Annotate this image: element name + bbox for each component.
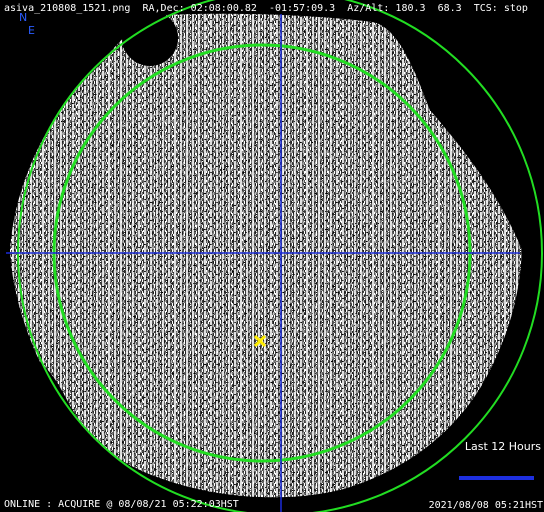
alt-value: 68.3 — [437, 3, 462, 14]
ra-value: 02:08:00.82 — [190, 3, 257, 14]
compass-north-label: N — [19, 11, 28, 24]
history-legend-bar — [459, 476, 534, 480]
history-legend-label: Last 12 Hours — [464, 440, 541, 453]
azalt-label: Az/Alt: — [347, 3, 390, 14]
header-info: asiva_210808_1521.png RA,Dec: 02:08:00.8… — [4, 3, 528, 15]
radec-label: RA,Dec: — [142, 3, 185, 14]
az-value: 180.3 — [395, 3, 426, 14]
compass-east-label: E — [28, 24, 35, 37]
dec-value: -01:57:09.3 — [268, 3, 336, 14]
sky-texture — [10, 13, 522, 498]
tcs-label: TCS: — [473, 3, 498, 14]
image-timestamp: 2021/08/08 05:21HST — [428, 500, 543, 511]
status-text: ONLINE : ACQUIRE @ 08/08/21 05:22:03HST — [4, 499, 239, 510]
tcs-status: stop — [503, 3, 528, 14]
sky-image — [6, 0, 543, 512]
allsky-viewer: asiva_210808_1521.png RA,Dec: 02:08:00.8… — [0, 0, 544, 512]
